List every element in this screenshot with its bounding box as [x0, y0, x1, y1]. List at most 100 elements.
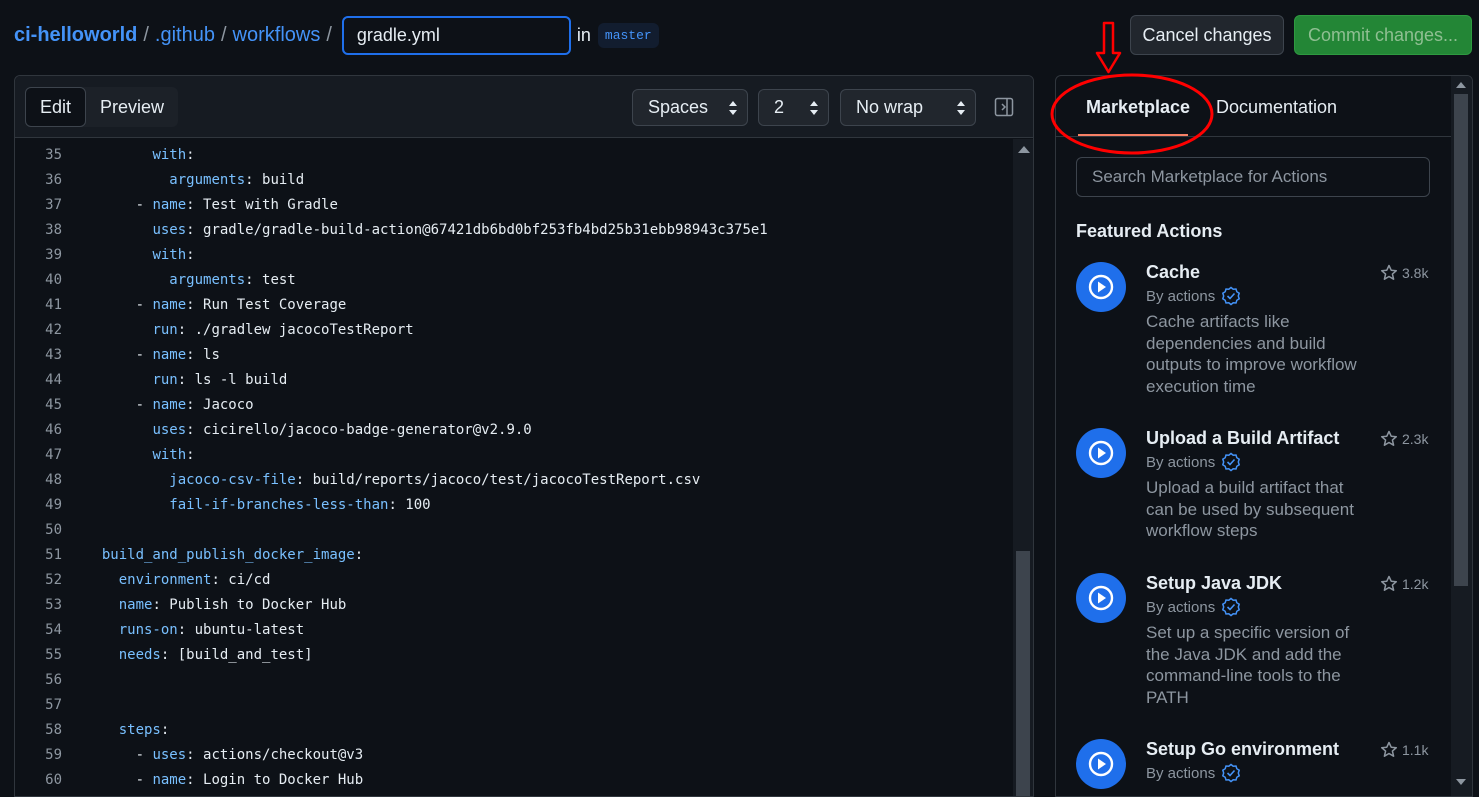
commit-changes-button[interactable]: Commit changes...	[1294, 15, 1472, 55]
breadcrumb-repo-link[interactable]: ci-helloworld	[14, 24, 137, 47]
editor-scrollbar[interactable]	[1013, 139, 1033, 796]
scroll-down-arrow[interactable]	[1456, 779, 1466, 785]
yaml-value: : actions/checkout@v3	[186, 747, 364, 763]
code-text: arguments: build	[85, 168, 304, 193]
breadcrumb-separator: /	[220, 23, 227, 46]
code-line: 41 - name: Run Test Coverage	[15, 293, 1013, 318]
code-text: fail-if-branches-less-than: 100	[85, 493, 431, 518]
yaml-key: name	[152, 772, 187, 788]
tab-marketplace[interactable]: Marketplace	[1086, 97, 1190, 118]
breadcrumb-github-folder-link[interactable]: .github	[155, 24, 215, 47]
yaml-value: : build	[245, 172, 305, 188]
code-line: 48 jacoco-csv-file: build/reports/jacoco…	[15, 468, 1013, 493]
yaml-value: : 100	[388, 497, 431, 513]
tab-preview[interactable]: Preview	[86, 87, 178, 127]
verified-icon	[1222, 763, 1241, 783]
action-description: Upload a build artifact that can be used…	[1146, 478, 1354, 540]
action-publisher: By actions	[1146, 763, 1241, 783]
indent-size-select[interactable]: 2	[758, 89, 829, 126]
yaml-key: name	[118, 597, 153, 613]
side-scrollbar[interactable]	[1451, 76, 1472, 796]
indent-mode-select[interactable]: Spaces	[632, 89, 748, 126]
action-stars: 1.1k	[1380, 741, 1428, 759]
line-number: 37	[45, 197, 62, 213]
code-area[interactable]: 35 with: 36 arguments: build 37 - name: Te…	[15, 139, 1013, 796]
line-number: 35	[45, 147, 62, 163]
code-line: 56	[15, 668, 1013, 693]
code-text: - name: Run Test Coverage	[85, 293, 347, 318]
code-text: with:	[85, 143, 195, 168]
line-number: 39	[45, 247, 62, 263]
code-text: with:	[85, 443, 194, 468]
line-number: 60	[45, 772, 62, 788]
code-dash: -	[135, 747, 153, 763]
line-number: 41	[45, 297, 62, 313]
code-text: steps:	[85, 718, 170, 743]
yaml-key: build_and_publish_docker_image	[101, 547, 355, 563]
code-line: 49 fail-if-branches-less-than: 100	[15, 493, 1013, 518]
code-text: uses: gradle/gradle-build-action@67421db…	[85, 218, 768, 243]
line-number: 52	[45, 572, 62, 588]
line-number: 58	[45, 722, 62, 738]
marketplace-search-input[interactable]	[1076, 157, 1430, 197]
action-stars: 1.2k	[1380, 575, 1428, 593]
chevron-updown-icon	[957, 101, 965, 115]
action-title[interactable]: Upload a Build Artifact	[1146, 428, 1339, 449]
verified-icon	[1222, 452, 1241, 472]
yaml-key: jacoco-csv-file	[169, 472, 296, 488]
action-stars: 3.8k	[1380, 264, 1428, 282]
wrap-mode-value: No wrap	[856, 97, 924, 117]
editor-scroll-thumb[interactable]	[1016, 551, 1030, 796]
scroll-up-arrow[interactable]	[1018, 146, 1030, 153]
line-number: 49	[45, 497, 62, 513]
action-title[interactable]: Setup Go environment	[1146, 739, 1339, 760]
featured-actions-heading: Featured Actions	[1076, 221, 1223, 241]
action-publisher: By actions	[1146, 597, 1241, 617]
wrap-mode-select[interactable]: No wrap	[840, 89, 976, 126]
action-title[interactable]: Cache	[1146, 262, 1200, 283]
code-line: 53 name: Publish to Docker Hub	[15, 593, 1013, 618]
code-line: 44 run: ls -l build	[15, 368, 1013, 393]
code-dash: -	[135, 772, 153, 788]
yaml-key: uses	[152, 747, 187, 763]
verified-icon	[1222, 597, 1241, 617]
yaml-key: with	[152, 447, 187, 463]
chevron-updown-icon	[729, 101, 737, 115]
tab-edit[interactable]: Edit	[25, 87, 87, 127]
side-scroll-thumb[interactable]	[1454, 94, 1468, 586]
yaml-key: with	[152, 147, 187, 163]
yaml-value: : gradle/gradle-build-action@67421db6bd0…	[186, 222, 768, 238]
yaml-key: runs-on	[118, 622, 178, 638]
edit-preview-toggle: Edit Preview	[25, 87, 179, 127]
chevron-updown-icon	[810, 101, 818, 115]
filename-input[interactable]	[341, 15, 571, 55]
star-count: 1.2k	[1402, 576, 1429, 592]
code-dash: -	[135, 197, 153, 213]
line-number: 42	[45, 322, 62, 338]
yaml-value: :	[186, 147, 195, 163]
cancel-changes-button[interactable]: Cancel changes	[1130, 15, 1284, 55]
code-line: 52 environment: ci/cd	[15, 568, 1013, 593]
line-number: 45	[45, 397, 62, 413]
side-tabs: Marketplace Documentation	[1056, 76, 1451, 137]
line-number: 50	[45, 522, 62, 538]
breadcrumb-workflows-folder-link[interactable]: workflows	[233, 24, 321, 47]
action-title[interactable]: Setup Java JDK	[1146, 573, 1282, 594]
panel-toggle-icon[interactable]	[994, 97, 1014, 117]
marketplace-panel: Marketplace Documentation Featured Actio…	[1055, 75, 1473, 797]
play-glyph	[1088, 585, 1114, 611]
yaml-key: fail-if-branches-less-than	[169, 497, 389, 513]
code-line: 43 - name: ls	[15, 343, 1013, 368]
action-publisher-label: By actions	[1146, 764, 1216, 782]
verified-icon	[1222, 286, 1241, 306]
tab-documentation[interactable]: Documentation	[1216, 97, 1337, 118]
scroll-up-arrow[interactable]	[1456, 82, 1466, 88]
